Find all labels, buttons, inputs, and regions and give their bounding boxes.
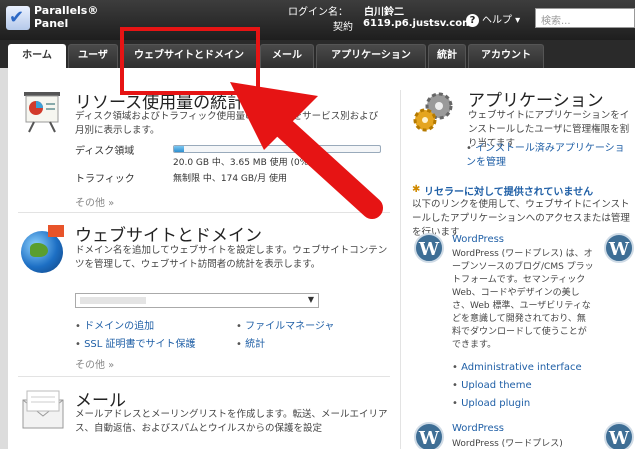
red-arrow-annotation	[230, 82, 383, 219]
